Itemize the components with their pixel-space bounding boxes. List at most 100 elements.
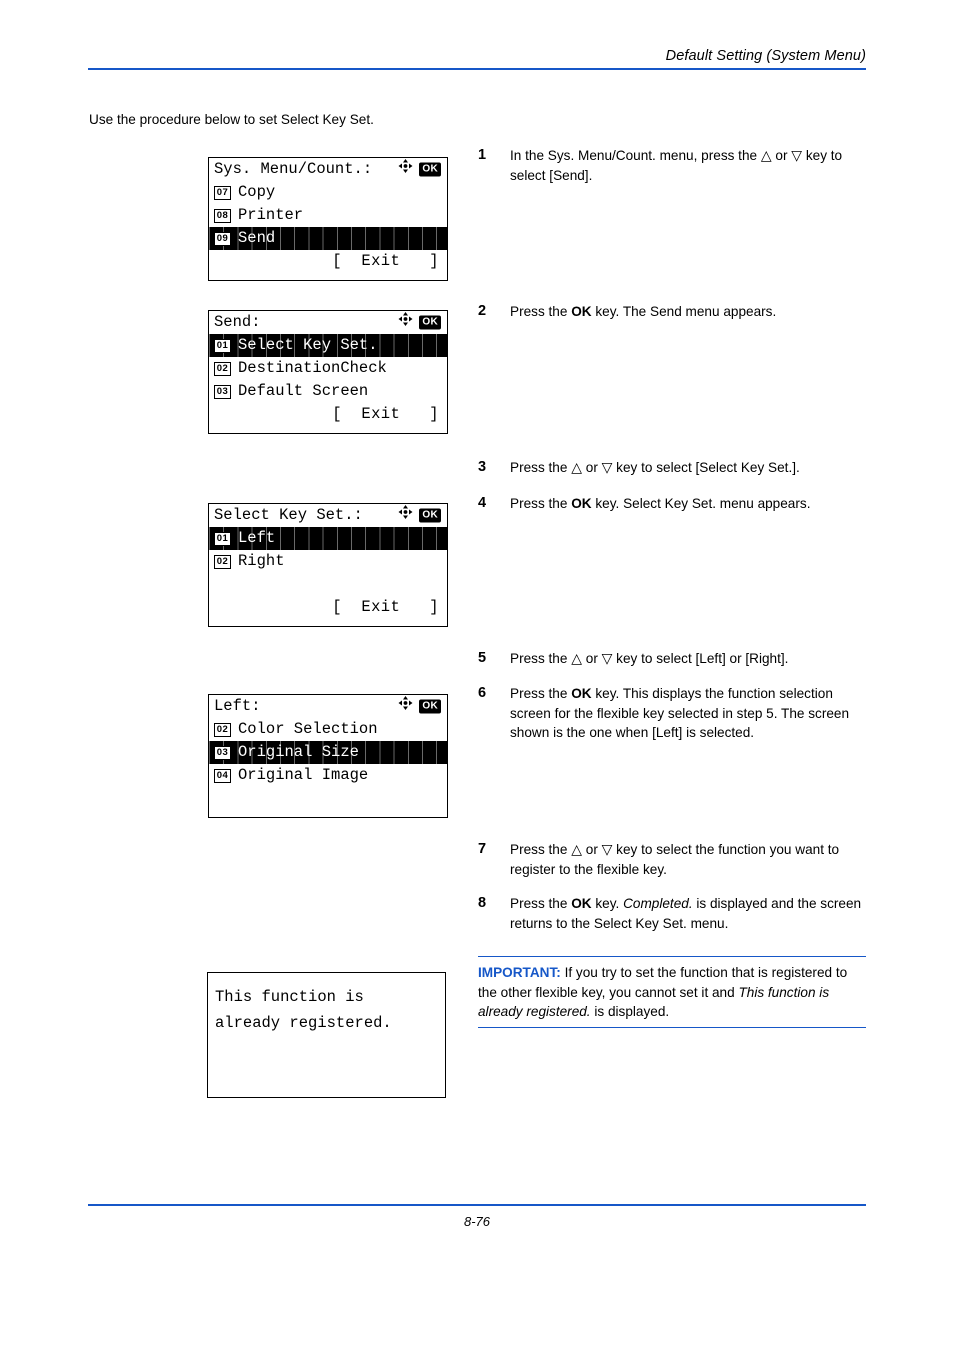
page: Default Setting (System Menu) Use the pr… [0, 0, 954, 1350]
lcd-list-item[interactable]: 03 Default Screen [209, 380, 447, 403]
step-number: 2 [478, 303, 487, 319]
note-text: IMPORTANT: If you try to set the functio… [478, 957, 866, 1027]
four-way-arrow-icon [305, 504, 413, 550]
step-7: 7 Press the △ or ▽ key to select the fun… [478, 840, 868, 879]
step-text: Press the △ or ▽ key to select [Left] or… [510, 649, 868, 669]
step-text-bold: OK [571, 686, 592, 701]
triangle-up-icon: △ [571, 650, 582, 666]
step-number: 7 [478, 841, 487, 857]
step-text-after: key to select [Left] or [Right]. [612, 651, 789, 666]
step-text-or: or [771, 148, 792, 163]
lcd-list-item[interactable]: 02 DestinationCheck [209, 357, 447, 380]
lcd-empty-row [209, 787, 447, 810]
lcd-panel-send-menu: Send: OK 01 Select Key Set. 02 Destinati… [208, 310, 448, 434]
step-number: 8 [478, 895, 487, 911]
ok-badge-icon: OK [419, 508, 441, 523]
header-title: Default Setting (System Menu) [665, 48, 866, 64]
triangle-down-icon: ▽ [791, 147, 803, 163]
step-3: 3 Press the △ or ▽ key to select [Select… [478, 458, 868, 478]
lcd-title-row: Sys. Menu/Count.: OK [209, 158, 447, 181]
triangle-down-icon: ▽ [601, 841, 613, 857]
lcd-item-label: Default Screen [238, 382, 369, 400]
lcd-item-index: 01 [214, 531, 231, 546]
lcd-exit-row[interactable]: [ Exit ] [209, 596, 447, 619]
lcd-panel-left-functions: Left: OK 02 Color Selection 03 Original … [208, 694, 448, 818]
step-text-before: Press the [510, 460, 572, 475]
step-text-or: or [581, 651, 602, 666]
step-2: 2 Press the OK key. The Send menu appear… [478, 302, 868, 322]
four-way-arrow-icon [305, 158, 413, 204]
step-text-before: In the Sys. Menu/Count. menu, press the [510, 148, 761, 163]
triangle-down-icon: ▽ [601, 650, 613, 666]
step-text: Press the OK key. Select Key Set. menu a… [510, 494, 868, 514]
step-text-before: Press the [510, 686, 572, 701]
step-text-bold: OK [571, 304, 592, 319]
lcd-list-item-selected[interactable]: 09 Send [209, 227, 447, 250]
lcd-message-line-1: This function is [215, 988, 364, 1006]
step-text-or: or [581, 460, 602, 475]
lcd-title: Send: [214, 313, 261, 331]
step-text: Press the △ or ▽ key to select [Select K… [510, 458, 868, 478]
lcd-item-index: 03 [214, 745, 231, 760]
note-text-after: is displayed. [590, 1004, 670, 1020]
lcd-list-item[interactable]: 02 Right [209, 550, 447, 573]
lcd-item-label: Original Image [238, 766, 369, 784]
lcd-list-item-selected[interactable]: 03 Original Size [209, 741, 447, 764]
step-text: Press the △ or ▽ key to select the funct… [510, 840, 868, 879]
triangle-up-icon: △ [760, 147, 772, 163]
triangle-up-icon: △ [571, 459, 582, 475]
intro-text: Use the procedure below to set Select Ke… [89, 112, 374, 127]
lcd-title-icons: OK [305, 158, 441, 204]
lcd-message-line-2: already registered. [215, 1014, 392, 1032]
lcd-item-label: DestinationCheck [238, 359, 387, 377]
step-text-before: Press the [510, 651, 572, 666]
triangle-down-icon: ▽ [601, 459, 613, 475]
lcd-title-row: Left: OK [209, 695, 447, 718]
note-rule-bottom [478, 1026, 866, 1029]
lcd-list-item[interactable]: 08 Printer [209, 204, 447, 227]
lcd-item-label: Send [238, 229, 276, 247]
step-text-after: key. The Send menu appears. [591, 304, 777, 319]
lcd-item-index: 08 [214, 208, 231, 223]
lcd-item-index: 02 [214, 722, 231, 737]
step-text-before: Press the [510, 896, 572, 911]
header-rule [88, 68, 866, 70]
step-text-italic: Completed. [623, 896, 693, 911]
lcd-item-index: 01 [214, 338, 231, 353]
step-number: 4 [478, 495, 487, 511]
step-text-before: Press the [510, 842, 572, 857]
step-text-before: Press the [510, 496, 572, 511]
step-6: 6 Press the OK key. This displays the fu… [478, 684, 868, 743]
step-5: 5 Press the △ or ▽ key to select [Left] … [478, 649, 868, 669]
note-label: IMPORTANT: [478, 965, 561, 981]
lcd-exit-row[interactable]: [ Exit ] [209, 250, 447, 273]
lcd-list-item[interactable]: 04 Original Image [209, 764, 447, 787]
lcd-item-label: Original Size [238, 743, 359, 761]
step-text-mid: key. [591, 896, 624, 911]
step-1: 1 In the Sys. Menu/Count. menu, press th… [478, 146, 868, 185]
triangle-up-icon: △ [571, 841, 582, 857]
lcd-item-label: Copy [238, 183, 276, 201]
step-text: Press the OK key. The Send menu appears. [510, 302, 868, 322]
lcd-title-row: Select Key Set.: OK [209, 504, 447, 527]
page-footer: 8-76 [88, 1204, 866, 1229]
step-text-or: or [581, 842, 602, 857]
lcd-title-row: Send: OK [209, 311, 447, 334]
step-text-after: key. Select Key Set. menu appears. [591, 496, 811, 511]
step-text-bold: OK [571, 896, 592, 911]
lcd-title: Left: [214, 697, 261, 715]
ok-badge-icon: OK [419, 162, 441, 177]
lcd-item-index: 04 [214, 768, 231, 783]
ok-badge-icon: OK [419, 315, 441, 330]
lcd-item-label: Color Selection [238, 720, 378, 738]
step-text-after: key to select [Select Key Set.]. [612, 460, 800, 475]
lcd-item-index: 03 [214, 384, 231, 399]
lcd-exit-row[interactable]: [ Exit ] [209, 403, 447, 426]
step-text-before: Press the [510, 304, 572, 319]
step-4: 4 Press the OK key. Select Key Set. menu… [478, 494, 868, 514]
lcd-item-index: 07 [214, 185, 231, 200]
lcd-item-index: 02 [214, 554, 231, 569]
ok-badge-icon: OK [419, 699, 441, 714]
step-8: 8 Press the OK key. Completed. is displa… [478, 894, 868, 933]
lcd-item-index: 09 [214, 231, 231, 246]
